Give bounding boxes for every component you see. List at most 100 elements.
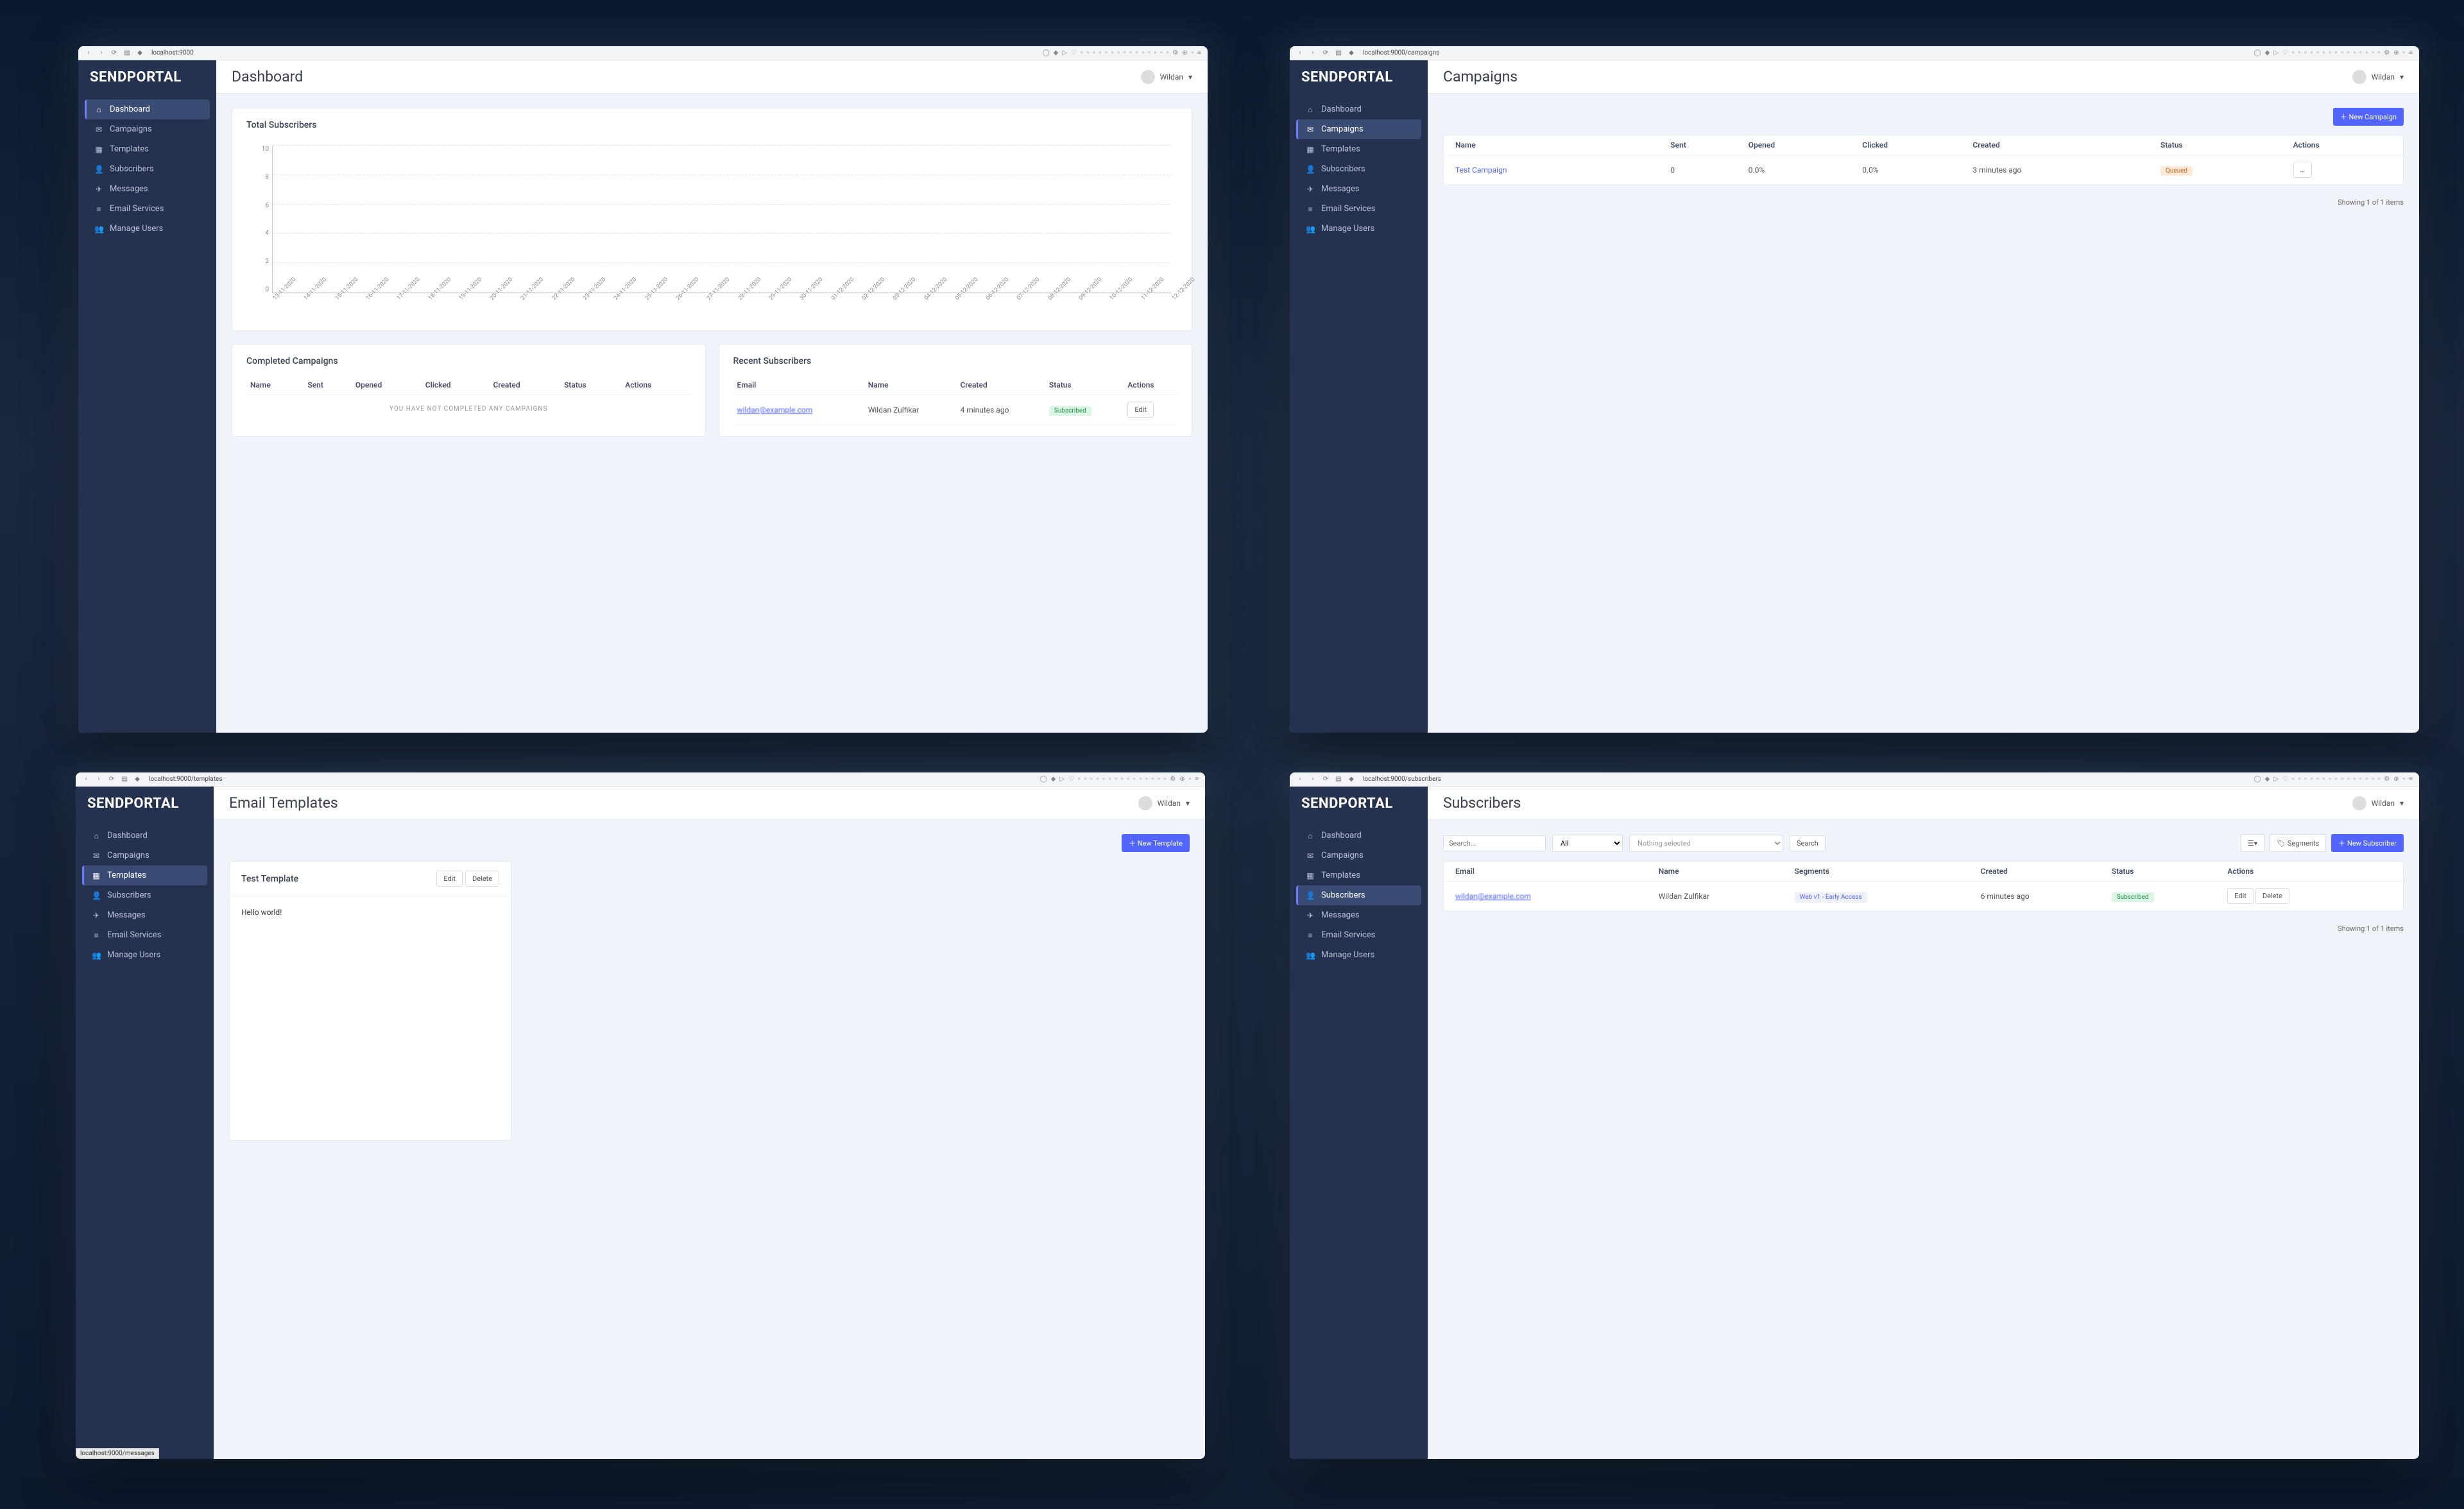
chevron-down-icon: ▾	[2400, 72, 2404, 81]
address-bar[interactable]: localhost:9000/templates	[149, 776, 222, 783]
filter-select[interactable]: All	[1552, 835, 1623, 852]
subscriber-email-link[interactable]: wildan@example.com	[737, 405, 813, 414]
template-name: Test Template	[241, 874, 298, 884]
toolbar-extensions: ◯◆▷♡▫▫▫▫▫▫▫▫▫▫▫▫▫▫▫⚙⊕▫≡	[2254, 776, 2413, 783]
user-menu[interactable]: Wildan▾	[1141, 70, 1192, 84]
forward-icon[interactable]: ›	[1309, 49, 1317, 57]
sidebar-item-manage-users[interactable]: 👥Manage Users	[85, 219, 210, 239]
actions-button[interactable]: …	[2293, 162, 2312, 178]
logo: SENDPORTAL	[76, 787, 214, 821]
sidebar-item-messages[interactable]: ✈Messages	[82, 905, 207, 925]
forward-icon[interactable]: ›	[98, 49, 105, 57]
browser-toolbar: ‹›⟳▤◆ localhost:9000/campaigns ◯◆▷♡▫▫▫▫▫…	[1290, 46, 2419, 60]
delete-button[interactable]: Delete	[2255, 888, 2289, 904]
page-title: Campaigns	[1443, 68, 1518, 85]
back-icon[interactable]: ‹	[1296, 776, 1304, 783]
new-campaign-button[interactable]: ＋ New Campaign	[2333, 108, 2404, 126]
back-icon[interactable]: ‹	[85, 49, 92, 57]
home-icon: ⌂	[92, 831, 101, 840]
sidebar-item-templates[interactable]: ▦Templates	[85, 139, 210, 159]
sidebar-item-email-services[interactable]: ≡Email Services	[85, 199, 210, 219]
sidebar-item-email-services[interactable]: ≡Email Services	[82, 925, 207, 945]
envelope-icon: ✉	[1306, 125, 1315, 134]
sidebar-item-messages[interactable]: ✈Messages	[1296, 905, 1421, 925]
sidebar-item-campaigns[interactable]: ✉Campaigns	[1296, 119, 1421, 139]
sidebar-item-messages[interactable]: ✈Messages	[85, 179, 210, 199]
sidebar-item-campaigns[interactable]: ✉Campaigns	[85, 119, 210, 139]
subscribers-table: EmailNameSegmentsCreatedStatusActions wi…	[1444, 862, 2403, 911]
sidebar-item-dashboard[interactable]: ⌂Dashboard	[1296, 99, 1421, 119]
address-bar[interactable]: localhost:9000/subscribers	[1363, 776, 1441, 783]
sidebar-item-dashboard[interactable]: ⌂Dashboard	[85, 99, 210, 119]
view-toggle[interactable]: ☰▾	[2241, 834, 2264, 852]
page-title: Dashboard	[232, 68, 303, 85]
subscriber-email-link[interactable]: wildan@example.com	[1455, 892, 1531, 901]
search-button[interactable]: Search	[1790, 835, 1826, 851]
delete-button[interactable]: Delete	[465, 871, 499, 887]
sidebar-item-dashboard[interactable]: ⌂Dashboard	[1296, 826, 1421, 846]
address-bar[interactable]: localhost:9000/campaigns	[1363, 49, 1439, 56]
user-menu[interactable]: Wildan▾	[1138, 796, 1190, 810]
segments-button[interactable]: 🏷 Segments	[2270, 834, 2326, 852]
sidebar-item-manage-users[interactable]: 👥Manage Users	[1296, 219, 1421, 239]
sidebar-item-email-services[interactable]: ≡Email Services	[1296, 199, 1421, 219]
reload-icon[interactable]: ⟳	[110, 49, 118, 57]
avatar	[1138, 796, 1152, 810]
sidebar-item-templates[interactable]: ▦Templates	[1296, 139, 1421, 159]
total-subscribers-card: Total Subscribers 1086420 13-11-202014-1…	[232, 108, 1192, 331]
sidebar-item-dashboard[interactable]: ⌂Dashboard	[82, 826, 207, 846]
reload-icon[interactable]: ⟳	[1322, 776, 1330, 783]
user-menu[interactable]: Wildan▾	[2352, 796, 2404, 810]
reload-icon[interactable]: ⟳	[1322, 49, 1330, 57]
sidebar-item-email-services[interactable]: ≡Email Services	[1296, 925, 1421, 945]
edit-button[interactable]: Edit	[436, 871, 463, 887]
columns-icon: ▦	[92, 871, 101, 880]
forward-icon[interactable]: ›	[1309, 776, 1317, 783]
user-menu[interactable]: Wildan▾	[2352, 70, 2404, 84]
sidebar-item-subscribers[interactable]: 👤Subscribers	[1296, 885, 1421, 905]
sidebar: SENDPORTAL ⌂Dashboard ✉Campaigns ▦Templa…	[78, 60, 216, 733]
edit-button[interactable]: Edit	[2227, 888, 2254, 904]
campaign-name-link[interactable]: Test Campaign	[1455, 166, 1507, 175]
server-icon: ≡	[1306, 205, 1315, 214]
logo: SENDPORTAL	[1290, 787, 1428, 821]
new-subscriber-button[interactable]: ＋ New Subscriber	[2331, 834, 2404, 852]
reader-icon[interactable]: ▤	[1335, 776, 1342, 783]
columns-icon: ▦	[94, 145, 103, 154]
sidebar-item-subscribers[interactable]: 👤Subscribers	[1296, 159, 1421, 179]
segment-pill[interactable]: Web v1 - Early Access	[1795, 892, 1867, 903]
sidebar-item-manage-users[interactable]: 👥Manage Users	[82, 945, 207, 965]
plus-icon: ＋	[1129, 839, 1138, 848]
reader-icon[interactable]: ▤	[123, 49, 131, 57]
user-icon: 👤	[94, 165, 103, 174]
sidebar-item-messages[interactable]: ✈Messages	[1296, 179, 1421, 199]
server-icon: ≡	[1306, 931, 1315, 940]
forward-icon[interactable]: ›	[95, 776, 103, 783]
chevron-down-icon: ▾	[2400, 799, 2404, 808]
sidebar-item-subscribers[interactable]: 👤Subscribers	[82, 885, 207, 905]
sidebar-item-templates[interactable]: ▦Templates	[82, 865, 207, 885]
sidebar-item-campaigns[interactable]: ✉Campaigns	[82, 846, 207, 865]
search-input[interactable]	[1443, 835, 1546, 851]
sidebar-item-campaigns[interactable]: ✉Campaigns	[1296, 846, 1421, 865]
address-bar[interactable]: localhost:9000	[151, 49, 194, 56]
subscribers-table-card: EmailNameSegmentsCreatedStatusActions wi…	[1443, 861, 2404, 912]
toolbar-extensions: ◯◆▷♡▫▫▫▫▫▫▫▫▫▫▫▫▫▫▫⚙⊕▫≡	[1040, 776, 1199, 783]
segment-select[interactable]: Nothing selected	[1629, 835, 1783, 852]
envelope-icon: ✉	[94, 125, 103, 134]
subscribers-chart: 1086420 13-11-202014-11-202015-11-202016…	[246, 139, 1177, 319]
reload-icon[interactable]: ⟳	[108, 776, 116, 783]
users-icon: 👥	[1306, 225, 1315, 234]
user-icon: 👤	[1306, 891, 1315, 900]
back-icon[interactable]: ‹	[1296, 49, 1304, 57]
reader-icon[interactable]: ▤	[1335, 49, 1342, 57]
back-icon[interactable]: ‹	[82, 776, 90, 783]
reader-icon[interactable]: ▤	[121, 776, 128, 783]
sidebar-item-templates[interactable]: ▦Templates	[1296, 865, 1421, 885]
new-template-button[interactable]: ＋ New Template	[1122, 834, 1190, 852]
campaigns-table: NameSentOpenedClickedCreatedStatusAction…	[1444, 135, 2403, 185]
sidebar-item-manage-users[interactable]: 👥Manage Users	[1296, 945, 1421, 965]
columns-icon: ▦	[1306, 145, 1315, 154]
sidebar-item-subscribers[interactable]: 👤Subscribers	[85, 159, 210, 179]
avatar	[1141, 70, 1155, 84]
